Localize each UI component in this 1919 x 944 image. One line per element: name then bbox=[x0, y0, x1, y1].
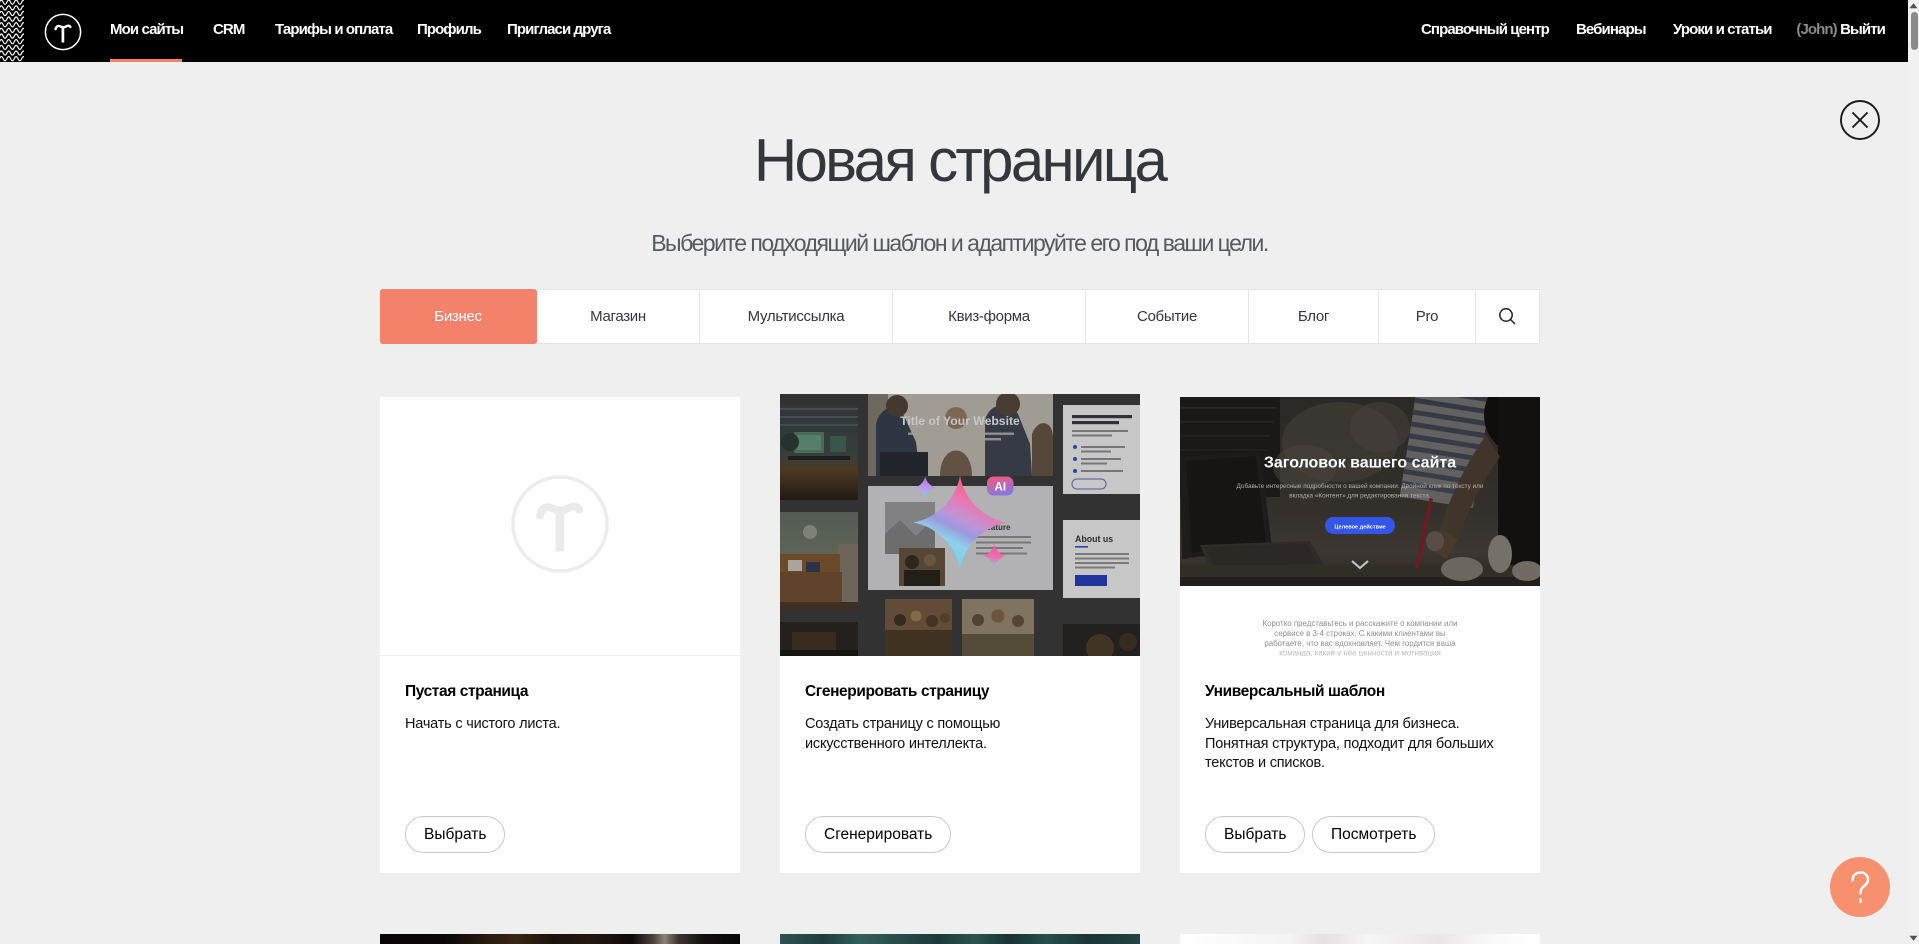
svg-text:работаете, что вас вдохновляет: работаете, что вас вдохновляет. Чем горд… bbox=[1264, 639, 1456, 648]
svg-text:Заголовок вашего сайта: Заголовок вашего сайта bbox=[1264, 455, 1456, 472]
svg-text:Коротко представьтесь и расска: Коротко представьтесь и расскажите о ком… bbox=[1263, 619, 1458, 628]
svg-text:Целевое действие: Целевое действие bbox=[1334, 524, 1385, 531]
svg-text:вкладка «Контент» для редактир: вкладка «Контент» для редактирования тек… bbox=[1289, 493, 1431, 500]
svg-text:сервисе в 3-4 строках. С каким: сервисе в 3-4 строках. С какими клиентам… bbox=[1274, 629, 1446, 638]
svg-text:AI: AI bbox=[995, 482, 1007, 494]
svg-text:команда, какие у нее ценности: команда, какие у нее ценности и мотиваци… bbox=[1279, 649, 1440, 657]
svg-text:Добавьте интересные подробност: Добавьте интересные подробности о вашей … bbox=[1237, 482, 1484, 490]
